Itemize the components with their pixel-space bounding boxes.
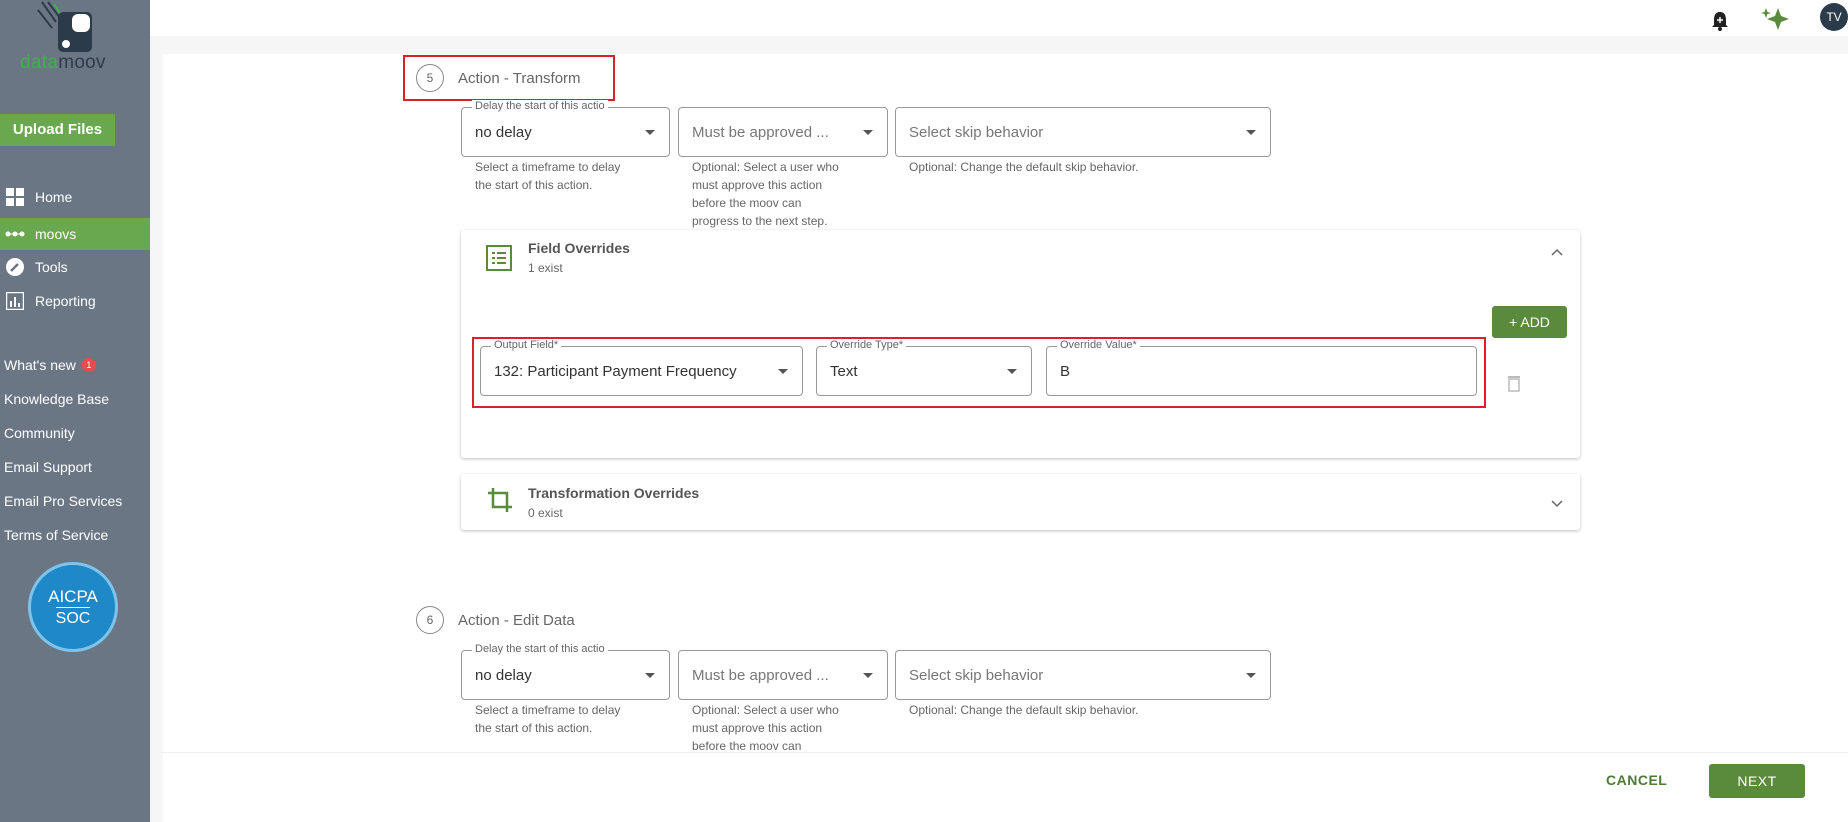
- output-field-select[interactable]: Output Field* 132: Participant Payment F…: [480, 339, 803, 396]
- sidebar-item-tools[interactable]: Tools: [0, 251, 150, 283]
- sidebar-link-email-support[interactable]: Email Support: [4, 459, 92, 475]
- card-title: Field Overrides: [528, 240, 630, 256]
- step6-approver-helper: Optional: Select a user who must approve …: [692, 703, 839, 753]
- sidebar-link-knowledge-base[interactable]: Knowledge Base: [4, 391, 109, 407]
- chart-icon: [5, 291, 25, 311]
- dropdown-caret-icon: [1246, 130, 1256, 135]
- notification-badge: 1: [81, 358, 96, 372]
- user-avatar[interactable]: TV: [1820, 3, 1848, 31]
- sidebar-link-email-pro-services[interactable]: Email Pro Services: [4, 493, 122, 509]
- sidebar-item-label: Tools: [35, 259, 68, 275]
- top-bar: TV: [150, 0, 1848, 36]
- step5-skip-select[interactable]: Select skip behavior: [895, 107, 1271, 157]
- main-content: 5 Action - Transform Delay the start of …: [163, 54, 1848, 822]
- trash-icon[interactable]: [1506, 374, 1522, 392]
- step-title: Action - Transform: [458, 69, 581, 87]
- sidebar: datamoov Upload Files Home moovs Tools R…: [0, 0, 150, 822]
- step6-skip-select[interactable]: Select skip behavior: [895, 650, 1271, 700]
- notification-bell-icon[interactable]: [1710, 10, 1730, 32]
- sidebar-item-label: Reporting: [35, 293, 96, 309]
- step6-header: 6 Action - Edit Data: [416, 606, 575, 634]
- footer-bar: [163, 752, 1848, 822]
- sidebar-link-community[interactable]: Community: [4, 425, 75, 441]
- dropdown-caret-icon: [863, 130, 873, 135]
- datamoov-wordmark: datamoov: [20, 52, 106, 73]
- step-title: Action - Edit Data: [458, 611, 575, 629]
- step6-approver-select[interactable]: Must be approved ...: [678, 650, 888, 700]
- upload-files-button[interactable]: Upload Files: [0, 114, 115, 146]
- dropdown-caret-icon: [778, 369, 788, 374]
- list-icon: [486, 245, 512, 271]
- card-count: 0 exist: [528, 506, 563, 520]
- sidebar-item-label: moovs: [35, 226, 77, 242]
- sidebar-item-home[interactable]: Home: [0, 181, 150, 213]
- ai-sparkles-icon[interactable]: [1760, 6, 1792, 32]
- dropdown-caret-icon: [645, 673, 655, 678]
- sidebar-item-label: Home: [35, 189, 73, 205]
- step5-skip-helper: Optional: Change the default skip behavi…: [909, 160, 1139, 174]
- dropdown-caret-icon: [1007, 369, 1017, 374]
- moovs-dots-icon: [5, 224, 25, 244]
- field-overrides-card: Field Overrides 1 exist + ADD Output Fie…: [461, 230, 1580, 458]
- chevron-up-icon[interactable]: [1551, 248, 1563, 256]
- home-grid-icon: [5, 187, 25, 207]
- dropdown-caret-icon: [1246, 673, 1256, 678]
- wrench-icon: [5, 257, 25, 277]
- sidebar-item-reporting[interactable]: Reporting: [0, 285, 150, 317]
- transformation-overrides-card[interactable]: Transformation Overrides 0 exist: [461, 474, 1580, 530]
- step5-approver-helper: Optional: Select a user who must approve …: [692, 160, 839, 228]
- step6-delay-helper: Select a timeframe to delay the start of …: [475, 703, 621, 735]
- next-button[interactable]: NEXT: [1709, 764, 1805, 798]
- sidebar-link-terms-of-service[interactable]: Terms of Service: [4, 527, 108, 543]
- card-count: 1 exist: [528, 261, 563, 275]
- step5-delay-helper: Select a timeframe to delay the start of …: [475, 160, 621, 192]
- chevron-down-icon[interactable]: [1551, 500, 1563, 508]
- sidebar-item-moovs[interactable]: moovs: [0, 218, 150, 250]
- add-override-button[interactable]: + ADD: [1492, 306, 1567, 338]
- override-type-select[interactable]: Override Type* Text: [816, 339, 1032, 396]
- step5-header: 5 Action - Transform: [416, 64, 581, 92]
- sidebar-link-whats-new[interactable]: What's new 1: [4, 357, 96, 373]
- step5-approver-select[interactable]: Must be approved ...: [678, 107, 888, 157]
- step5-delay-select[interactable]: Delay the start of this actio no delay: [461, 100, 670, 157]
- step-number: 6: [416, 606, 444, 634]
- override-value-input[interactable]: Override Value* B: [1046, 339, 1477, 396]
- dropdown-caret-icon: [863, 673, 873, 678]
- step6-skip-helper: Optional: Change the default skip behavi…: [909, 703, 1139, 717]
- crop-icon: [488, 488, 512, 512]
- step-number: 5: [416, 64, 444, 92]
- aicpa-soc-badge: AICPA SOC: [28, 562, 118, 652]
- step6-delay-select[interactable]: Delay the start of this actio no delay: [461, 643, 670, 700]
- dropdown-caret-icon: [645, 130, 655, 135]
- card-title: Transformation Overrides: [528, 485, 700, 501]
- cancel-button[interactable]: CANCEL: [1606, 772, 1667, 788]
